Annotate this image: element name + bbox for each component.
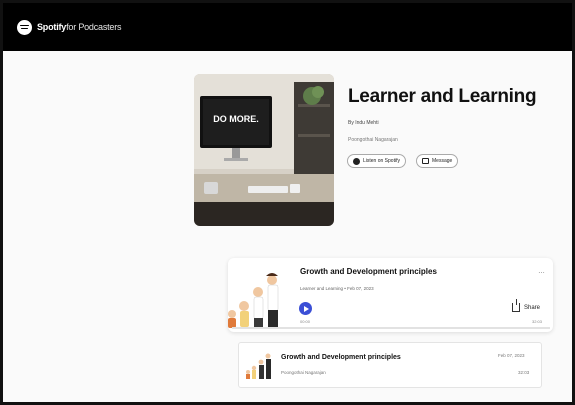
list-episode-duration: 32:03 bbox=[518, 370, 530, 375]
featured-episode-meta: Learner and Learning • Feb 07, 2023 bbox=[300, 286, 374, 291]
podcast-cover-image: DO MORE. bbox=[194, 74, 334, 226]
cover-illustration: DO MORE. bbox=[194, 74, 334, 226]
growth-figures-image bbox=[228, 273, 279, 328]
spotify-logo-icon bbox=[17, 19, 32, 35]
episode-illustration bbox=[222, 258, 302, 332]
share-icon bbox=[512, 299, 520, 312]
top-nav-bar: Spotifyfor Podcasters bbox=[3, 3, 572, 51]
play-icon[interactable] bbox=[299, 302, 312, 315]
list-episode-subtitle: Poongothai Nagarajan bbox=[281, 370, 326, 375]
share-label: Share bbox=[524, 304, 541, 311]
cover-text: DO MORE. bbox=[213, 114, 259, 124]
more-options-icon[interactable]: … bbox=[538, 268, 545, 275]
message-icon bbox=[422, 158, 429, 164]
message-button[interactable]: Message bbox=[416, 154, 459, 168]
episode-progress-bar[interactable] bbox=[232, 327, 550, 329]
show-author: By Indu Mehti bbox=[348, 120, 379, 126]
elapsed-time: 00:00 bbox=[300, 319, 311, 324]
episode-thumbnail-image bbox=[246, 353, 271, 379]
message-label: Message bbox=[432, 158, 453, 164]
episode-thumbnail bbox=[244, 350, 272, 380]
share-button[interactable]: Share bbox=[512, 299, 541, 312]
featured-episode-title[interactable]: Growth and Development principles bbox=[300, 267, 437, 276]
list-episode-title[interactable]: Growth and Development principles bbox=[281, 354, 401, 361]
episode-list-item[interactable] bbox=[238, 342, 542, 388]
listen-on-spotify-button[interactable]: Listen on Spotify bbox=[347, 154, 406, 168]
total-time: 32:03 bbox=[532, 319, 543, 324]
spotify-icon bbox=[353, 157, 360, 165]
listen-label: Listen on Spotify bbox=[363, 158, 400, 164]
spotify-for-podcasters-logo[interactable]: Spotifyfor Podcasters bbox=[17, 19, 122, 35]
list-episode-date: Feb 07, 2023 bbox=[498, 353, 525, 358]
show-title: Learner and Learning bbox=[348, 86, 537, 107]
show-creator: Poongothai Nagarajan bbox=[348, 137, 398, 143]
brand-text: Spotifyfor Podcasters bbox=[37, 22, 122, 32]
